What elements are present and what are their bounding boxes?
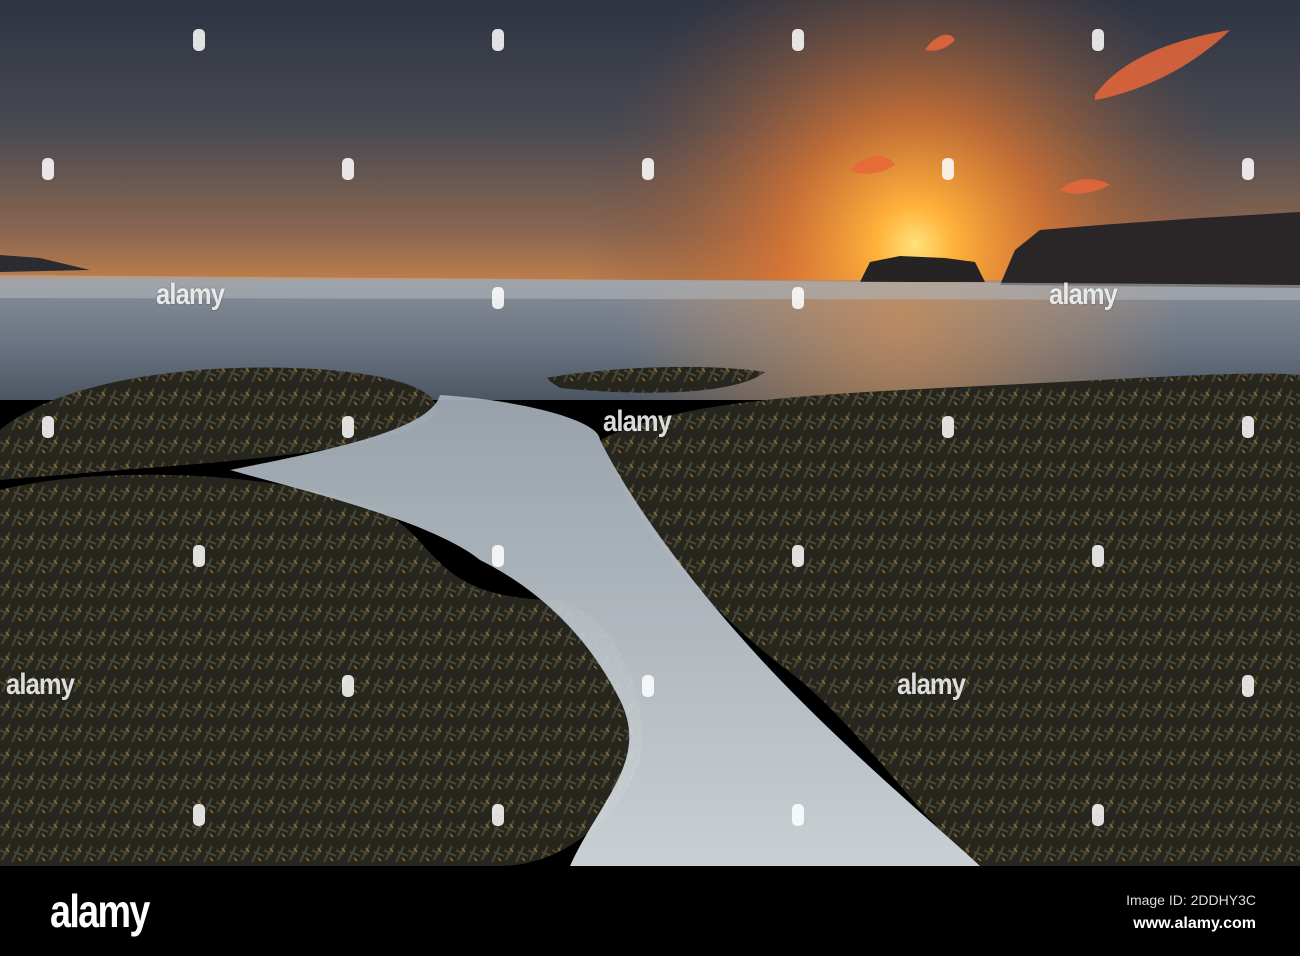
- watermark-mark: [942, 158, 954, 180]
- watermark-mark: [1092, 545, 1104, 567]
- watermark-mark: [792, 804, 804, 826]
- watermark-mark: [792, 287, 804, 309]
- watermark-text: alamy: [6, 668, 75, 701]
- watermark-mark: [193, 545, 205, 567]
- watermark-mark: [492, 29, 504, 51]
- watermark-mark: [42, 416, 54, 438]
- watermark-text: alamy: [1049, 278, 1118, 311]
- watermark-mark: [342, 158, 354, 180]
- watermark-text: alamy: [156, 278, 225, 311]
- watermark-mark: [342, 675, 354, 697]
- watermark-mark: [1092, 804, 1104, 826]
- watermark-mark: [342, 416, 354, 438]
- watermark-mark: [792, 29, 804, 51]
- watermark-mark: [193, 804, 205, 826]
- watermark-mark: [492, 804, 504, 826]
- stock-photo-page: alamy alamy alamy alamy alamy alamy Imag…: [0, 0, 1300, 956]
- watermark-text: alamy: [603, 405, 672, 438]
- watermark-mark: [1242, 416, 1254, 438]
- alamy-logo: alamy: [50, 885, 150, 937]
- watermark-mark: [193, 29, 205, 51]
- watermark-mark: [42, 158, 54, 180]
- watermark-mark: [942, 416, 954, 438]
- image-id: Image ID: 2DDHY3C: [1126, 892, 1256, 908]
- watermark-mark: [492, 287, 504, 309]
- watermark-mark: [642, 675, 654, 697]
- watermark-mark: [492, 545, 504, 567]
- watermark-mark: [792, 545, 804, 567]
- website-url: www.alamy.com: [1133, 915, 1256, 932]
- watermark-mark: [1242, 158, 1254, 180]
- watermark-mark: [642, 158, 654, 180]
- watermark-mark: [1242, 675, 1254, 697]
- footer-bar: alamy Image ID: 2DDHY3C www.alamy.com: [0, 866, 1300, 956]
- watermark-mark: [1092, 29, 1104, 51]
- watermark-text: alamy: [897, 668, 966, 701]
